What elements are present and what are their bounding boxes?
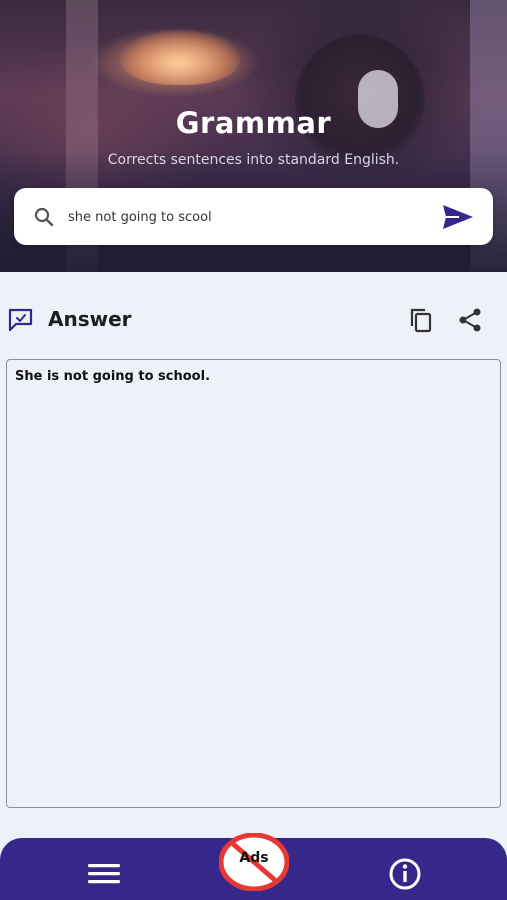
search-icon xyxy=(34,207,54,227)
share-icon[interactable] xyxy=(456,306,484,334)
search-bar[interactable] xyxy=(14,188,493,245)
answer-header: Answer xyxy=(0,300,507,340)
no-ads-button[interactable]: Ads xyxy=(218,832,290,892)
menu-icon[interactable] xyxy=(86,860,122,888)
page-subtitle: Corrects sentences into standard English… xyxy=(107,152,400,168)
header-banner: Grammar Corrects sentences into standard… xyxy=(0,0,507,272)
answer-text: She is not going to school. xyxy=(15,369,211,384)
search-input[interactable] xyxy=(68,202,428,232)
info-icon[interactable] xyxy=(387,856,423,892)
answer-output-box: She is not going to school. xyxy=(6,359,501,808)
ads-label: Ads xyxy=(239,850,269,866)
page-title: Grammar xyxy=(175,106,332,140)
banner-lamp-light xyxy=(120,30,240,85)
answer-chat-icon xyxy=(8,308,33,332)
copy-icon[interactable] xyxy=(408,306,436,334)
send-icon[interactable] xyxy=(441,202,475,232)
answer-label: Answer xyxy=(48,307,132,331)
